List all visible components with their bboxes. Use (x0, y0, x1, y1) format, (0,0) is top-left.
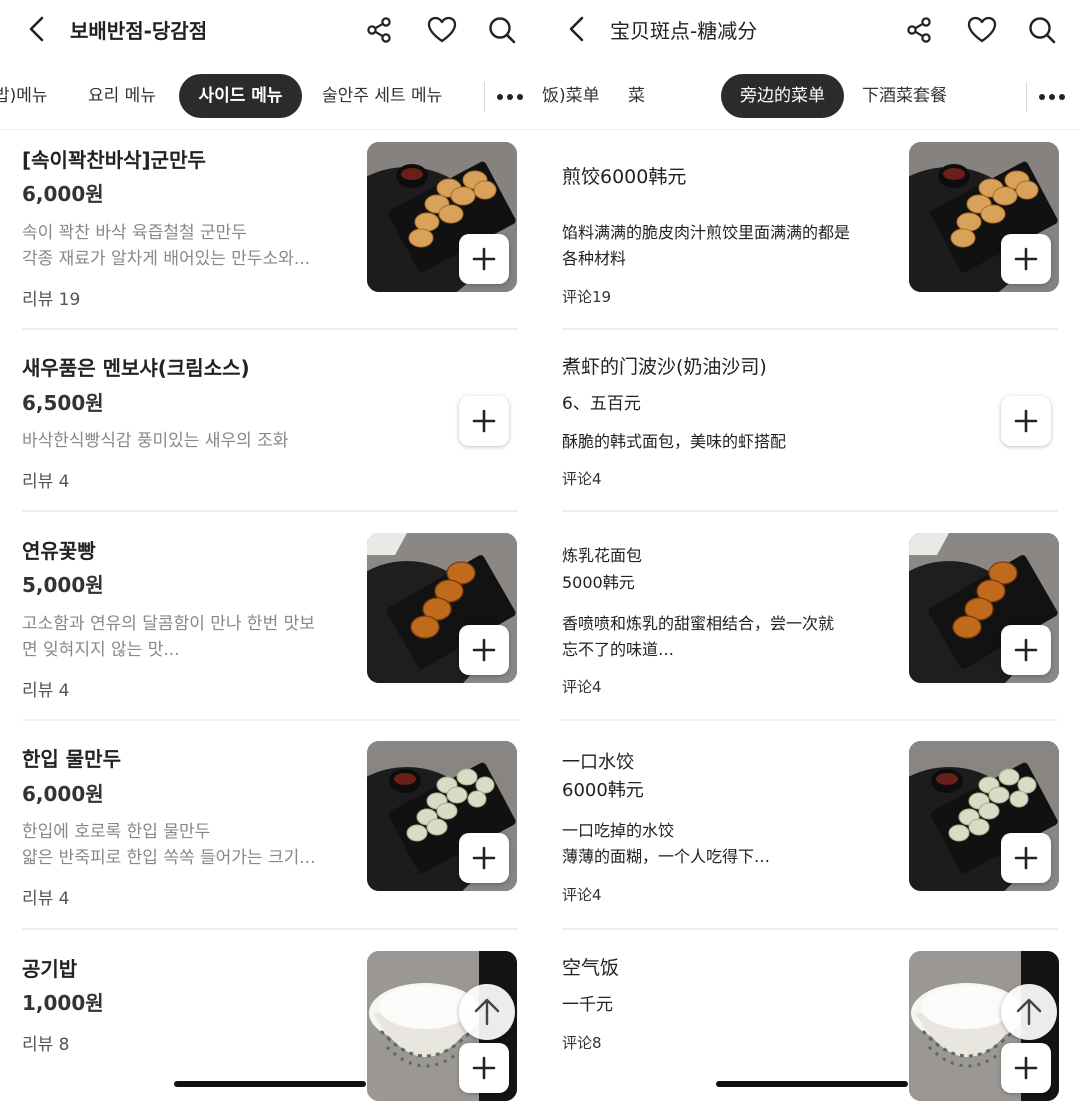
tab-drink-snack-set[interactable]: 술안주 세트 메뉴 (322, 74, 442, 118)
item-name: 煎饺6000韩元 (562, 166, 687, 188)
tab-side-menu[interactable]: 旁边的菜单 (721, 74, 844, 118)
item-review-count: 评论4 (562, 678, 602, 696)
item-description: 一口吃掉的水饺 薄薄的面糊，一个人吃得下… (562, 821, 771, 866)
share-icon[interactable] (362, 12, 398, 48)
item-name: 炼乳花面包 (562, 546, 643, 565)
search-icon[interactable] (1024, 12, 1060, 48)
item-description: 한입에 호로록 한입 물만두 얇은 반죽피로 한입 쏙쏙 들어가는 크기... (22, 822, 316, 868)
add-button[interactable] (459, 833, 509, 883)
more-icon[interactable] (492, 84, 528, 110)
heart-icon[interactable] (964, 12, 1000, 48)
add-button[interactable] (459, 396, 509, 446)
item-name: 一口水饺 (562, 752, 634, 773)
item-name: 空气饭 (562, 957, 620, 979)
add-button[interactable] (459, 1043, 509, 1093)
tab-rice-menu[interactable]: 饭)菜单 (542, 74, 600, 118)
item-name: 새우품은 멘보샤(크림소스) (22, 356, 250, 380)
divider (562, 719, 1058, 721)
add-button[interactable] (1001, 625, 1051, 675)
item-review-count: 리뷰 4 (22, 472, 70, 492)
scroll-to-top-button[interactable] (1001, 984, 1057, 1040)
item-name: 연유꽃빵 (22, 539, 96, 563)
add-button[interactable] (1001, 1043, 1051, 1093)
tab-side-menu[interactable]: 사이드 메뉴 (179, 74, 302, 118)
item-price: 6000韩元 (562, 780, 644, 801)
scroll-to-top-button[interactable] (459, 984, 515, 1040)
tab-rice-menu[interactable]: 밥)메뉴 (0, 74, 48, 118)
left-screen: 보배반점-당감점 밥)메뉴 요리 메뉴 사이드 메뉴 술안주 세트 메뉴 [속이… (0, 0, 540, 1114)
tab-divider (484, 82, 485, 112)
item-price: 5,000원 (22, 573, 104, 597)
back-arrow-icon[interactable] (20, 12, 54, 46)
category-tabs: 饭)菜单 菜 旁边的菜单 下酒菜套餐 (540, 66, 1080, 130)
tab-divider (1026, 82, 1027, 112)
divider (22, 719, 518, 721)
top-bar: 宝贝斑点-糖减分 (540, 0, 1080, 60)
item-review-count: 评论19 (562, 288, 612, 306)
top-bar: 보배반점-당감점 (0, 0, 540, 60)
tab-drink-snack-set[interactable]: 下酒菜套餐 (862, 74, 947, 118)
item-name: 煮虾的门波沙(奶油沙司) (562, 356, 767, 378)
item-review-count: 리뷰 4 (22, 681, 70, 701)
right-screen: 宝贝斑点-糖减分 饭)菜单 菜 旁边的菜单 下酒菜套餐 煎饺6000韩元 馅料满… (540, 0, 1080, 1114)
item-price: 1,000원 (22, 991, 104, 1015)
item-review-count: 리뷰 19 (22, 290, 81, 310)
item-price: 5000韩元 (562, 573, 635, 592)
item-description: 고소함과 연유의 달콤함이 만나 한번 맛보 면 잊혀지지 않는 맛... (22, 614, 315, 660)
item-price: 6,000원 (22, 782, 104, 806)
item-review-count: 评论4 (562, 886, 602, 904)
tab-dish-menu[interactable]: 요리 메뉴 (88, 74, 156, 118)
add-button[interactable] (459, 625, 509, 675)
home-indicator (716, 1081, 908, 1087)
item-description: 酥脆的韩式面包，美味的虾搭配 (562, 432, 787, 451)
divider (22, 928, 518, 930)
item-price: 6,000원 (22, 182, 104, 206)
divider (562, 928, 1058, 930)
item-name: 공기밥 (22, 957, 78, 981)
divider (22, 328, 518, 330)
item-price: 6、五百元 (562, 394, 641, 414)
item-review-count: 评论4 (562, 470, 602, 488)
tab-dish-menu[interactable]: 菜 (628, 74, 645, 118)
item-name: [속이꽉찬바삭]군만두 (22, 148, 206, 172)
share-icon[interactable] (902, 12, 938, 48)
more-icon[interactable] (1034, 84, 1070, 110)
add-button[interactable] (459, 234, 509, 284)
divider (562, 328, 1058, 330)
home-indicator (174, 1081, 366, 1087)
item-review-count: 리뷰 8 (22, 1035, 70, 1055)
item-description: 바삭한식빵식감 풍미있는 새우의 조화 (22, 431, 289, 451)
item-description: 속이 꽉찬 바삭 육즙철철 군만두 각종 재료가 알차게 배어있는 만두소와... (22, 223, 311, 269)
search-icon[interactable] (484, 12, 520, 48)
divider (562, 510, 1058, 512)
item-description: 香喷喷和炼乳的甜蜜相结合，尝一次就 忘不了的味道… (562, 614, 835, 659)
item-name: 한입 물만두 (22, 747, 121, 771)
add-button[interactable] (1001, 396, 1051, 446)
back-arrow-icon[interactable] (560, 12, 594, 46)
heart-icon[interactable] (424, 12, 460, 48)
add-button[interactable] (1001, 833, 1051, 883)
page-title: 宝贝斑点-糖减分 (610, 19, 758, 43)
item-review-count: 评论8 (562, 1034, 602, 1052)
item-price: 6,500원 (22, 391, 104, 415)
category-tabs: 밥)메뉴 요리 메뉴 사이드 메뉴 술안주 세트 메뉴 (0, 66, 540, 130)
item-review-count: 리뷰 4 (22, 889, 70, 909)
item-description: 馅料满满的脆皮肉汁煎饺里面满满的都是 各种材料 (562, 223, 851, 268)
add-button[interactable] (1001, 234, 1051, 284)
item-price: 一千元 (562, 995, 613, 1015)
divider (22, 510, 518, 512)
page-title: 보배반점-당감점 (70, 19, 208, 43)
